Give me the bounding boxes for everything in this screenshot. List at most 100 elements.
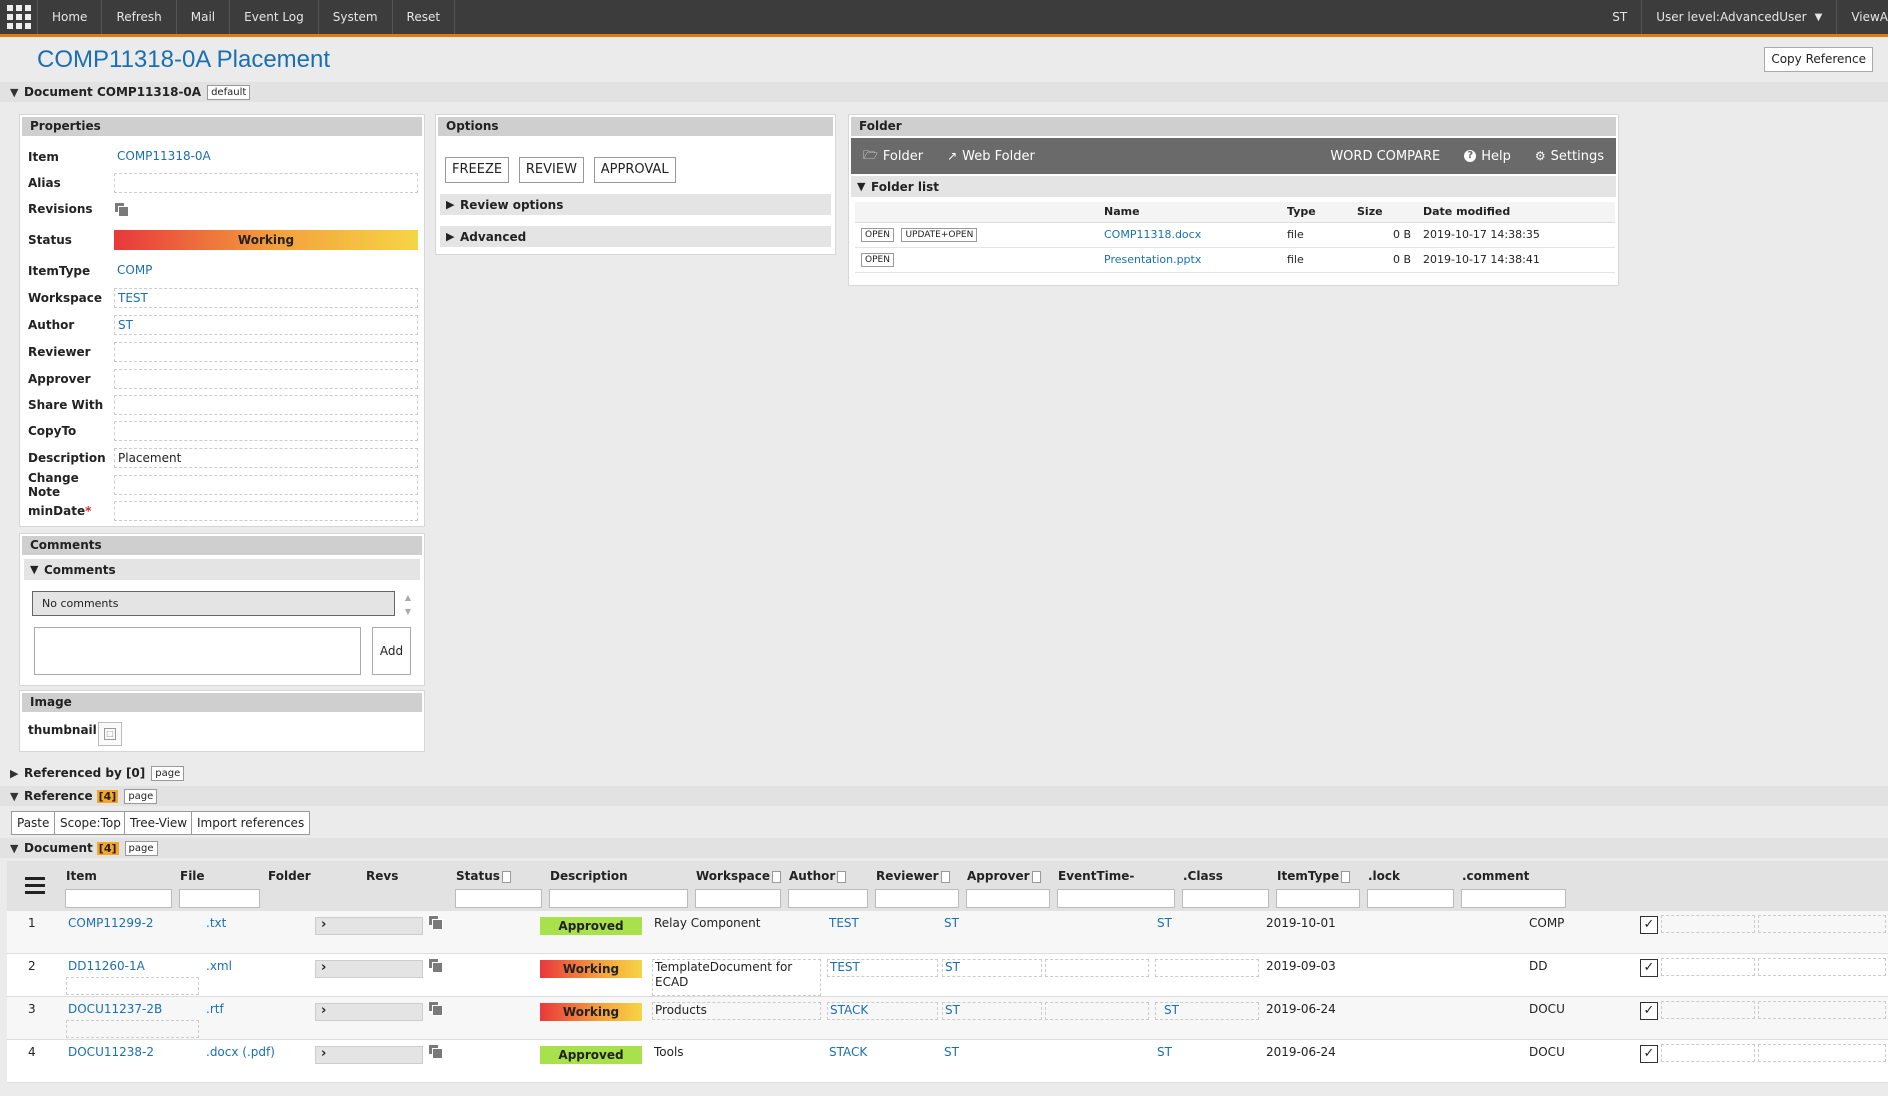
status-badge[interactable]: Approved	[540, 917, 642, 935]
reference-section[interactable]: ▼ Reference [4] page	[0, 786, 1888, 806]
user-initials[interactable]: ST	[1598, 0, 1641, 34]
nav-event-log[interactable]: Event Log	[230, 0, 319, 34]
web-folder-button[interactable]: ↗ Web Folder	[935, 149, 1047, 164]
item-link[interactable]: COMP11299-2	[68, 916, 154, 931]
comment-textarea[interactable]	[34, 627, 361, 675]
revisions-icon[interactable]	[114, 202, 129, 217]
class-filter-input[interactable]	[1182, 889, 1269, 908]
workspace-filter-input[interactable]	[695, 889, 781, 908]
reviewer-field[interactable]	[1045, 1002, 1149, 1020]
apps-menu-button[interactable]	[0, 0, 38, 34]
approval-button[interactable]: APPROVAL	[593, 157, 676, 183]
reviewer-filter-button[interactable]	[940, 870, 950, 883]
advanced-toggle[interactable]: ▶ Advanced	[440, 226, 831, 247]
thumbnail-image[interactable]: □	[98, 722, 122, 746]
approver-filter-input[interactable]	[966, 889, 1050, 908]
file-link[interactable]: .txt	[206, 916, 226, 931]
freeze-button[interactable]: FREEZE	[445, 157, 510, 183]
description-field[interactable]: Products	[652, 1002, 821, 1020]
document-section-header[interactable]: ▼ Document COMP11318-0A default	[0, 82, 1888, 102]
workspace-link[interactable]: TEST	[829, 916, 859, 931]
nav-system[interactable]: System	[319, 0, 393, 34]
approver-link[interactable]: ST	[1157, 916, 1172, 931]
description-field[interactable]: TemplateDocument for ECAD	[652, 959, 821, 996]
workspace-field[interactable]: STACK	[827, 1002, 938, 1020]
folder-button[interactable]: 🗁 Folder	[851, 146, 935, 167]
page-tag[interactable]: page	[124, 840, 158, 856]
word-compare-button[interactable]: WORD COMPARE	[1318, 149, 1452, 164]
item-link[interactable]: DOCU11238-2	[68, 1045, 154, 1060]
scope-top-button[interactable]: Scope:Top	[54, 811, 127, 835]
open-button[interactable]: OPEN	[861, 253, 894, 267]
comments-scrollbar[interactable]: ▲ ▼	[403, 591, 413, 623]
lock-field[interactable]	[1661, 958, 1755, 976]
approver-field[interactable]: ST	[1155, 1002, 1259, 1020]
status-filter-button[interactable]	[501, 870, 511, 883]
item-link[interactable]: COMP11318-0A	[114, 147, 418, 167]
review-button[interactable]: REVIEW	[518, 157, 584, 183]
open-button[interactable]: OPEN	[861, 228, 894, 242]
lock-checkbox[interactable]: ✓	[1640, 916, 1658, 934]
workspace-field[interactable]: TEST	[827, 959, 938, 977]
comment-field[interactable]	[1758, 958, 1886, 976]
user-level-dropdown[interactable]: User level:AdvancedUser ▼	[1641, 0, 1836, 34]
nav-refresh[interactable]: Refresh	[102, 0, 177, 34]
paste-button[interactable]: Paste	[11, 811, 56, 835]
folder-list-header[interactable]: ▼ Folder list	[851, 176, 1616, 197]
folder-expand-button[interactable]: ›	[315, 960, 423, 978]
item-link[interactable]: DD11260-1A	[68, 959, 145, 974]
table-row[interactable]: 4 DOCU11238-2 .docx (.pdf) › Approved To…	[7, 1040, 1888, 1083]
item-filter-input[interactable]	[65, 889, 172, 908]
status-badge[interactable]: Approved	[540, 1046, 642, 1064]
table-row[interactable]: 2 DD11260-1A .xml › Working TemplateDocu…	[7, 954, 1888, 997]
copy-reference-button[interactable]: Copy Reference	[1764, 47, 1873, 72]
author-field[interactable]: ST	[942, 959, 1042, 977]
copyto-field[interactable]	[114, 421, 418, 441]
comments-subheader[interactable]: ▼ Comments	[24, 559, 420, 580]
col-date-modified[interactable]: Date modified	[1417, 202, 1615, 223]
author-filter-input[interactable]	[788, 889, 868, 908]
lock-checkbox[interactable]: ✓	[1640, 1045, 1658, 1063]
revisions-icon[interactable]	[428, 1001, 443, 1016]
file-link[interactable]: .rtf	[206, 1002, 224, 1017]
revisions-icon[interactable]	[428, 1044, 443, 1059]
status-badge[interactable]: Working	[114, 230, 418, 250]
folder-expand-button[interactable]: ›	[315, 1003, 423, 1021]
page-tag[interactable]: page	[151, 765, 185, 781]
hamburger-menu-icon[interactable]	[25, 877, 45, 898]
lock-checkbox[interactable]: ✓	[1640, 1002, 1658, 1020]
item-link[interactable]: DOCU11237-2B	[68, 1002, 162, 1017]
itemtype-filter-button[interactable]	[1341, 870, 1351, 883]
col-type[interactable]: Type	[1281, 202, 1351, 223]
share-with-field[interactable]	[114, 395, 418, 415]
folder-expand-button[interactable]: ›	[315, 1046, 423, 1064]
approver-field[interactable]	[1155, 959, 1259, 977]
workspace-filter-button[interactable]	[772, 870, 782, 883]
workspace-link[interactable]: STACK	[829, 1045, 867, 1060]
file-name-link[interactable]: COMP11318.docx	[1098, 222, 1281, 248]
view-menu[interactable]: ViewA	[1836, 0, 1888, 34]
referenced-by-section[interactable]: ▶ Referenced by [0] page	[0, 763, 1888, 783]
author-link[interactable]: ST	[944, 916, 959, 931]
revisions-icon[interactable]	[428, 958, 443, 973]
nav-mail[interactable]: Mail	[177, 0, 231, 34]
folder-expand-button[interactable]: ›	[315, 917, 423, 935]
lock-checkbox[interactable]: ✓	[1640, 959, 1658, 977]
author-link[interactable]: ST	[944, 1045, 959, 1060]
reviewer-field[interactable]	[114, 342, 418, 362]
update-open-button[interactable]: UPDATE+OPEN	[901, 228, 978, 242]
table-row[interactable]: 1 COMP11299-2 .txt › Approved Relay Comp…	[7, 911, 1888, 954]
approver-link[interactable]: ST	[1157, 1045, 1172, 1060]
lock-field[interactable]	[1661, 1001, 1755, 1019]
nav-home[interactable]: Home	[38, 0, 103, 34]
settings-button[interactable]: ⚙ Settings	[1523, 149, 1616, 164]
approver-filter-button[interactable]	[1031, 870, 1041, 883]
review-options-toggle[interactable]: ▶ Review options	[440, 194, 831, 215]
table-row[interactable]: 3 DOCU11237-2B .rtf › Working Products S…	[7, 997, 1888, 1040]
approver-field[interactable]	[114, 369, 418, 389]
comment-filter-input[interactable]	[1461, 889, 1566, 908]
status-badge[interactable]: Working	[540, 960, 642, 978]
file-name-link[interactable]: Presentation.pptx	[1098, 247, 1281, 273]
workspace-field[interactable]: TEST	[114, 288, 418, 308]
comment-field[interactable]	[1758, 915, 1886, 933]
